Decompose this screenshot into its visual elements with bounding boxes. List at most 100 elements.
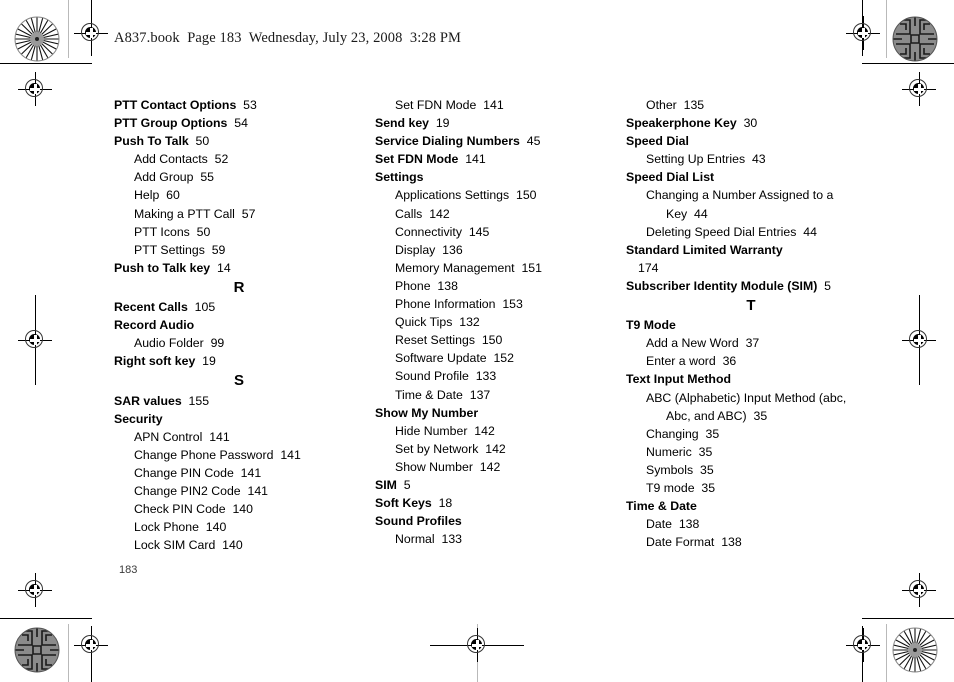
index-entry-main[interactable]: Speakerphone Key 30 [626,114,876,132]
index-entry-label: Lock Phone [134,520,199,535]
index-entry-main[interactable]: Service Dialing Numbers 45 [375,132,625,150]
index-entry-main[interactable]: Send key 19 [375,114,625,132]
index-entry-main[interactable]: Sound Profiles [375,512,625,530]
index-entry-sub[interactable]: Check PIN Code 140 [134,500,364,518]
index-entry-page: 138 [437,278,458,293]
guide-line-top-right [886,0,887,58]
document-header: A837.book Page 183 Wednesday, July 23, 2… [114,30,461,46]
index-entry-label: SAR values [114,393,182,408]
index-entry-sub[interactable]: Date 138 [646,515,876,533]
index-entry-main[interactable]: SAR values 155 [114,392,364,410]
index-entry-sub[interactable]: ABC (Alphabetic) Input Method (abc, Abc, … [646,389,876,425]
index-entry-sub[interactable]: Enter a word 36 [646,352,876,370]
index-entry-sub[interactable]: APN Control 141 [134,428,364,446]
index-entry-sub[interactable]: Display 136 [395,241,625,259]
index-entry-main[interactable]: Text Input Method [626,370,876,388]
index-entry-page: 141 [280,447,301,462]
index-entry-main[interactable]: Right soft key 19 [114,352,364,370]
index-entry-page: 152 [493,351,514,366]
index-entry-sub[interactable]: Time & Date 137 [395,386,625,404]
index-entry-sub[interactable]: Add a New Word 37 [646,334,876,352]
index-entry-sub[interactable]: Change PIN Code 141 [134,464,364,482]
index-entry-sub[interactable]: Change PIN2 Code 141 [134,482,364,500]
index-entry-sub[interactable]: PTT Icons 50 [134,223,364,241]
index-entry-label: Date [646,517,672,532]
index-entry-main[interactable]: T9 Mode [626,316,876,334]
index-entry-sub[interactable]: Show Number 142 [395,458,625,476]
index-entry-wrap-text: Abc, and ABC) [666,408,747,423]
index-entry-main[interactable]: Time & Date [626,497,876,515]
index-entry-sub[interactable]: Help 60 [134,186,364,204]
index-entry-sub[interactable]: Connectivity 145 [395,223,625,241]
index-entry-sub[interactable]: Software Update 152 [395,349,625,367]
index-entry-sub[interactable]: PTT Settings 59 [134,241,364,259]
index-entry-main[interactable]: Push to Talk key 14 [114,259,364,277]
index-entry-main[interactable]: PTT Group Options 54 [114,114,364,132]
index-entry-sub[interactable]: Deleting Speed Dial Entries 44 [646,223,876,241]
index-entry-page: 142 [479,459,501,474]
index-entry-sub[interactable]: Quick Tips 132 [395,313,625,331]
reg-target-bottom-center [430,628,524,662]
index-entry-sub[interactable]: Set by Network 142 [395,440,625,458]
index-entry-sub[interactable]: Other 135 [646,96,876,114]
index-entry-sub[interactable]: Add Group 55 [134,168,364,186]
guide-line-bottom-left [68,624,69,682]
index-entry-main[interactable]: Set FDN Mode 141 [375,150,625,168]
index-entry-sub[interactable]: Setting Up Entries 43 [646,150,876,168]
index-entry-main[interactable]: Speed Dial List [626,168,876,186]
index-entry-label: PTT Icons [134,224,190,239]
index-entry-sub[interactable]: Memory Management 151 [395,259,625,277]
index-entry-sub[interactable]: T9 mode 35 [646,479,876,497]
index-entry-label: T9 mode [646,480,695,495]
index-entry-sub[interactable]: Audio Folder 99 [134,334,364,352]
index-entry-sub[interactable]: Changing a Number Assigned to a Key 44 [646,186,876,222]
index-entry-sub[interactable]: Phone 138 [395,277,625,295]
index-entry-main[interactable]: Push To Talk 50 [114,132,364,150]
index-entry-label: Subscriber Identity Module (SIM) [626,278,818,293]
index-entry-page: 35 [700,462,714,477]
index-entry-main[interactable]: Settings [375,168,625,186]
index-entry-main[interactable]: Subscriber Identity Module (SIM) 5 [626,277,876,295]
index-entry-main[interactable]: Security [114,410,364,428]
index-entry-sub[interactable]: Phone Information 153 [395,295,625,313]
index-entry-main[interactable]: Speed Dial [626,132,876,150]
index-entry-sub[interactable]: Lock Phone 140 [134,518,364,536]
index-entry-sub[interactable]: Numeric 35 [646,443,876,461]
index-entry-sub[interactable]: Normal 133 [395,530,625,548]
index-entry-page: 133 [475,369,497,384]
index-entry-main[interactable]: Recent Calls 105 [114,298,364,316]
index-entry-sub[interactable]: Changing 35 [646,425,876,443]
reg-target-left-middle [18,295,52,385]
index-entry-sub[interactable]: Calls 142 [395,205,625,223]
index-entry-label: Phone Information [395,297,496,312]
reg-target-right-middle [902,295,936,385]
index-entry-page: 99 [210,336,225,351]
index-entry-page: 141 [209,429,230,444]
index-entry-main[interactable]: Record Audio [114,316,364,334]
index-entry-main[interactable]: Show My Number [375,404,625,422]
index-entry-sub[interactable]: Set FDN Mode 141 [395,96,625,114]
index-entry-page: 35 [705,426,720,441]
index-entry-sub[interactable]: Hide Number 142 [395,422,625,440]
index-entry-label: Show Number [395,459,473,474]
index-entry-page: 43 [751,152,766,167]
index-entry-sub[interactable]: Sound Profile 133 [395,367,625,385]
index-entry-sub[interactable]: Lock SIM Card 140 [134,536,364,554]
index-entry-main[interactable]: PTT Contact Options 53 [114,96,364,114]
index-entry-sub[interactable]: Making a PTT Call 57 [134,205,364,223]
index-entry-sub[interactable]: Change Phone Password 141 [134,446,364,464]
index-entry-sub[interactable]: Applications Settings 150 [395,186,625,204]
index-entry-label: SIM [375,477,397,492]
trim-rule-top-right [862,63,954,64]
index-entry-sub[interactable]: Add Contacts 52 [134,150,364,168]
index-entry-main[interactable]: SIM 5 [375,476,625,494]
index-entry-sub[interactable]: Date Format 138 [646,533,876,551]
index-entry-label: PTT Group Options [114,116,228,131]
index-entry-sub[interactable]: Symbols 35 [646,461,876,479]
index-entry-main[interactable]: Soft Keys 18 [375,494,625,512]
index-entry-label: PTT Contact Options [114,98,237,112]
index-entry-sub[interactable]: Reset Settings 150 [395,331,625,349]
index-entry-main[interactable]: Standard Limited Warranty 174 [626,241,876,277]
index-entry-label: Recent Calls [114,300,188,315]
index-entry-page: 137 [469,387,491,402]
